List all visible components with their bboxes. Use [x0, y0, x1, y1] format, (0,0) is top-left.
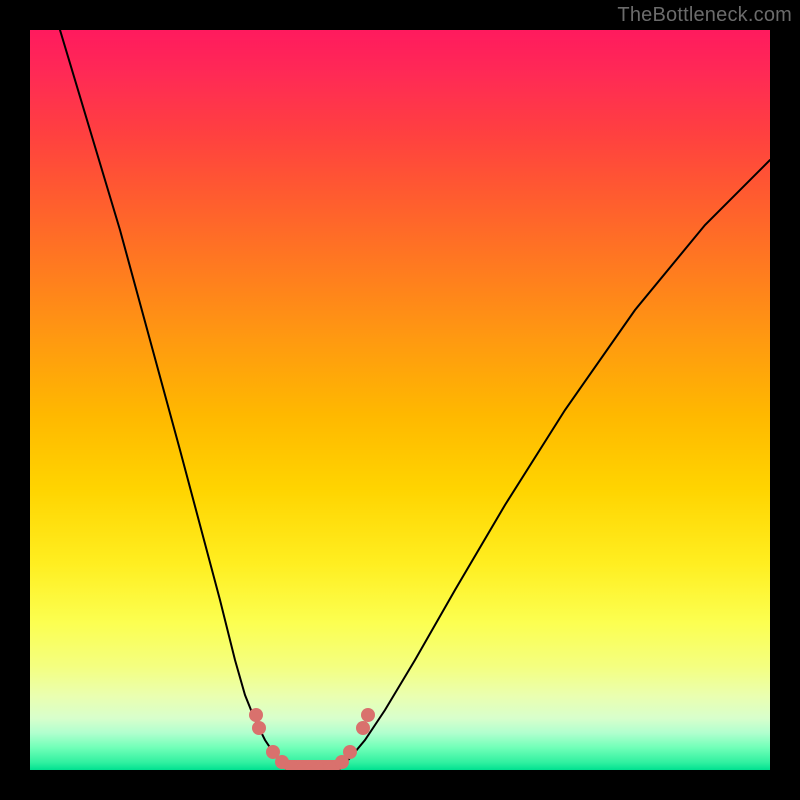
bead	[343, 745, 357, 759]
chart-frame: TheBottleneck.com	[0, 0, 800, 800]
bottleneck-curve	[60, 30, 770, 769]
plot-area	[30, 30, 770, 770]
curve-right-branch	[340, 160, 770, 768]
bead	[252, 721, 266, 735]
curve-left-branch	[60, 30, 286, 768]
curve-layer	[30, 30, 770, 770]
watermark-text: TheBottleneck.com	[617, 4, 792, 27]
bead	[356, 721, 370, 735]
bead	[361, 708, 375, 722]
bead	[249, 708, 263, 722]
